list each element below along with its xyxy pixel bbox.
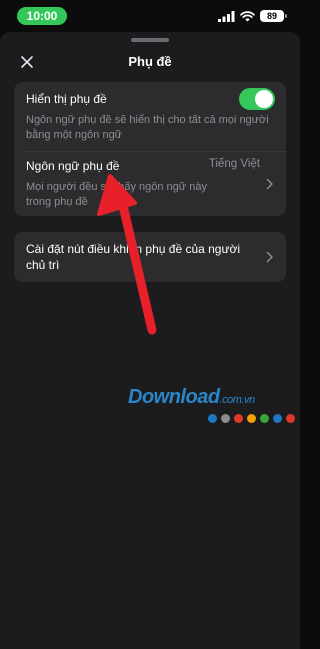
wifi-icon: [240, 10, 255, 21]
watermark-dot: [247, 414, 256, 423]
watermark-logo: Download.com.vn: [128, 386, 295, 426]
toggle-knob: [255, 90, 273, 108]
status-icons: 89: [218, 9, 287, 23]
watermark-dot: [273, 414, 282, 423]
status-time[interactable]: 10:00: [17, 7, 67, 25]
captions-sheet: Phụ đề Hiển thị phụ đề Ngôn ngữ phụ đề s…: [0, 32, 300, 649]
host-caption-controls-title: Cài đặt nút điều khiển phụ đề của người …: [26, 242, 241, 272]
watermark-dot: [221, 414, 230, 423]
watermark-dot: [286, 414, 295, 423]
show-captions-title: Hiển thị phụ đề: [26, 92, 107, 106]
caption-language-value: Tiếng Việt: [208, 158, 260, 170]
sheet-title: Phụ đề: [128, 54, 172, 69]
status-bar: 10:00 89: [0, 0, 300, 32]
chevron-right-icon: [266, 178, 273, 190]
watermark-dots: [208, 414, 295, 423]
show-captions-description: Ngôn ngữ phụ đề sẽ hiển thị cho tất cả m…: [26, 114, 269, 141]
captions-settings-card: Hiển thị phụ đề Ngôn ngữ phụ đề sẽ hiển …: [14, 82, 286, 216]
signal-icon: [218, 10, 235, 22]
watermark-dot: [208, 414, 217, 423]
show-captions-toggle[interactable]: [239, 88, 275, 110]
sheet-grabber[interactable]: [131, 38, 169, 42]
chevron-right-icon: [266, 251, 273, 263]
screen: 10:00 89 Phụ đề Hiển thị phụ đề Ngôn ngữ…: [0, 0, 300, 649]
battery-icon: 89: [260, 10, 287, 22]
caption-language-description: Mọi người đều sẽ thấy ngôn ngữ này trong…: [26, 181, 207, 208]
watermark-dot: [260, 414, 269, 423]
row-divider: [26, 151, 286, 152]
caption-language-title: Ngôn ngữ phụ đề: [26, 159, 120, 173]
host-caption-controls-row[interactable]: Cài đặt nút điều khiển phụ đề của người …: [14, 232, 286, 282]
watermark-dot: [234, 414, 243, 423]
watermark-brand: Download.com.vn: [128, 386, 255, 408]
